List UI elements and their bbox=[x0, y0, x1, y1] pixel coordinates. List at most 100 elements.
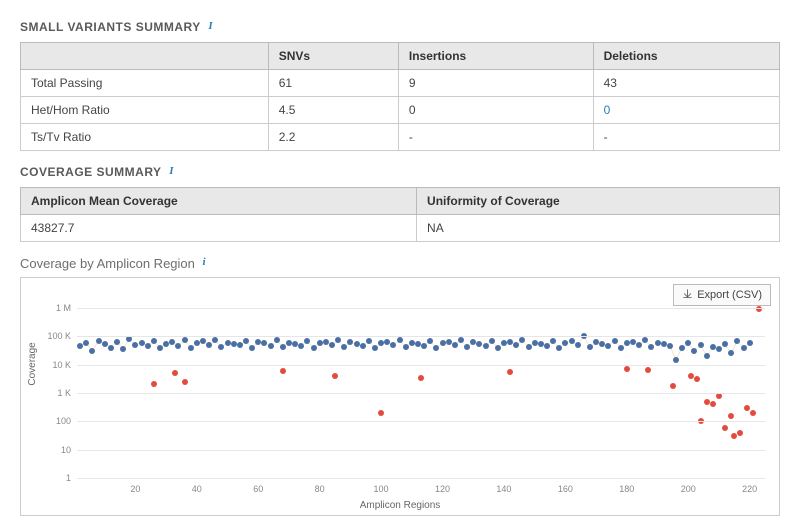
data-point[interactable] bbox=[323, 339, 329, 345]
data-point[interactable] bbox=[139, 340, 145, 346]
data-point[interactable] bbox=[188, 345, 194, 351]
data-point[interactable] bbox=[599, 341, 605, 347]
data-point[interactable] bbox=[182, 337, 188, 343]
data-point[interactable] bbox=[280, 344, 286, 350]
data-point[interactable] bbox=[145, 343, 151, 349]
data-point[interactable] bbox=[710, 401, 716, 407]
data-point[interactable] bbox=[750, 410, 756, 416]
data-point[interactable] bbox=[274, 337, 280, 343]
data-point[interactable] bbox=[679, 345, 685, 351]
info-icon[interactable]: i bbox=[169, 165, 174, 177]
data-point[interactable] bbox=[102, 341, 108, 347]
data-point[interactable] bbox=[716, 346, 722, 352]
data-point[interactable] bbox=[470, 339, 476, 345]
data-point[interactable] bbox=[354, 341, 360, 347]
data-point[interactable] bbox=[556, 345, 562, 351]
data-point[interactable] bbox=[741, 345, 747, 351]
data-point[interactable] bbox=[360, 343, 366, 349]
data-point[interactable] bbox=[378, 410, 384, 416]
data-point[interactable] bbox=[243, 338, 249, 344]
data-point[interactable] bbox=[575, 342, 581, 348]
data-point[interactable] bbox=[157, 345, 163, 351]
data-point[interactable] bbox=[335, 337, 341, 343]
data-point[interactable] bbox=[169, 339, 175, 345]
data-point[interactable] bbox=[704, 353, 710, 359]
data-point[interactable] bbox=[618, 345, 624, 351]
export-csv-button[interactable]: Export (CSV) bbox=[673, 284, 771, 306]
data-point[interactable] bbox=[172, 370, 178, 376]
data-point[interactable] bbox=[255, 339, 261, 345]
data-point[interactable] bbox=[734, 338, 740, 344]
data-point[interactable] bbox=[642, 337, 648, 343]
data-point[interactable] bbox=[489, 338, 495, 344]
data-point[interactable] bbox=[163, 341, 169, 347]
cell-link[interactable]: 0 bbox=[593, 97, 779, 124]
data-point[interactable] bbox=[249, 345, 255, 351]
data-point[interactable] bbox=[182, 379, 188, 385]
data-point[interactable] bbox=[206, 342, 212, 348]
data-point[interactable] bbox=[268, 343, 274, 349]
data-point[interactable] bbox=[513, 342, 519, 348]
data-point[interactable] bbox=[507, 339, 513, 345]
data-point[interactable] bbox=[280, 368, 286, 374]
data-point[interactable] bbox=[366, 338, 372, 344]
data-point[interactable] bbox=[495, 345, 501, 351]
data-point[interactable] bbox=[722, 341, 728, 347]
data-point[interactable] bbox=[464, 344, 470, 350]
data-point[interactable] bbox=[446, 339, 452, 345]
data-point[interactable] bbox=[415, 341, 421, 347]
data-point[interactable] bbox=[737, 430, 743, 436]
data-point[interactable] bbox=[409, 340, 415, 346]
data-point[interactable] bbox=[397, 337, 403, 343]
data-point[interactable] bbox=[225, 340, 231, 346]
data-point[interactable] bbox=[332, 373, 338, 379]
data-point[interactable] bbox=[630, 339, 636, 345]
data-point[interactable] bbox=[120, 346, 126, 352]
data-point[interactable] bbox=[298, 343, 304, 349]
data-point[interactable] bbox=[458, 337, 464, 343]
data-point[interactable] bbox=[728, 350, 734, 356]
data-point[interactable] bbox=[744, 405, 750, 411]
data-point[interactable] bbox=[636, 342, 642, 348]
data-point[interactable] bbox=[562, 340, 568, 346]
data-point[interactable] bbox=[728, 413, 734, 419]
data-point[interactable] bbox=[132, 342, 138, 348]
data-point[interactable] bbox=[544, 343, 550, 349]
data-point[interactable] bbox=[231, 341, 237, 347]
data-point[interactable] bbox=[648, 344, 654, 350]
data-point[interactable] bbox=[384, 339, 390, 345]
data-point[interactable] bbox=[532, 340, 538, 346]
data-point[interactable] bbox=[96, 338, 102, 344]
data-point[interactable] bbox=[175, 343, 181, 349]
data-point[interactable] bbox=[304, 338, 310, 344]
data-point[interactable] bbox=[286, 340, 292, 346]
data-point[interactable] bbox=[317, 340, 323, 346]
data-point[interactable] bbox=[670, 383, 676, 389]
data-point[interactable] bbox=[378, 340, 384, 346]
data-point[interactable] bbox=[538, 341, 544, 347]
data-point[interactable] bbox=[108, 345, 114, 351]
data-point[interactable] bbox=[593, 339, 599, 345]
data-point[interactable] bbox=[292, 341, 298, 347]
data-point[interactable] bbox=[501, 340, 507, 346]
data-point[interactable] bbox=[587, 344, 593, 350]
data-point[interactable] bbox=[347, 339, 353, 345]
data-point[interactable] bbox=[452, 342, 458, 348]
data-point[interactable] bbox=[507, 369, 513, 375]
data-point[interactable] bbox=[440, 340, 446, 346]
data-point[interactable] bbox=[89, 348, 95, 354]
data-point[interactable] bbox=[390, 342, 396, 348]
data-point[interactable] bbox=[550, 338, 556, 344]
data-point[interactable] bbox=[151, 338, 157, 344]
data-point[interactable] bbox=[624, 340, 630, 346]
data-point[interactable] bbox=[114, 339, 120, 345]
data-point[interactable] bbox=[212, 337, 218, 343]
info-icon[interactable]: i bbox=[208, 20, 213, 32]
info-icon[interactable]: i bbox=[203, 256, 206, 268]
data-point[interactable] bbox=[698, 342, 704, 348]
data-point[interactable] bbox=[569, 338, 575, 344]
data-point[interactable] bbox=[526, 344, 532, 350]
data-point[interactable] bbox=[194, 340, 200, 346]
data-point[interactable] bbox=[688, 373, 694, 379]
data-point[interactable] bbox=[421, 343, 427, 349]
